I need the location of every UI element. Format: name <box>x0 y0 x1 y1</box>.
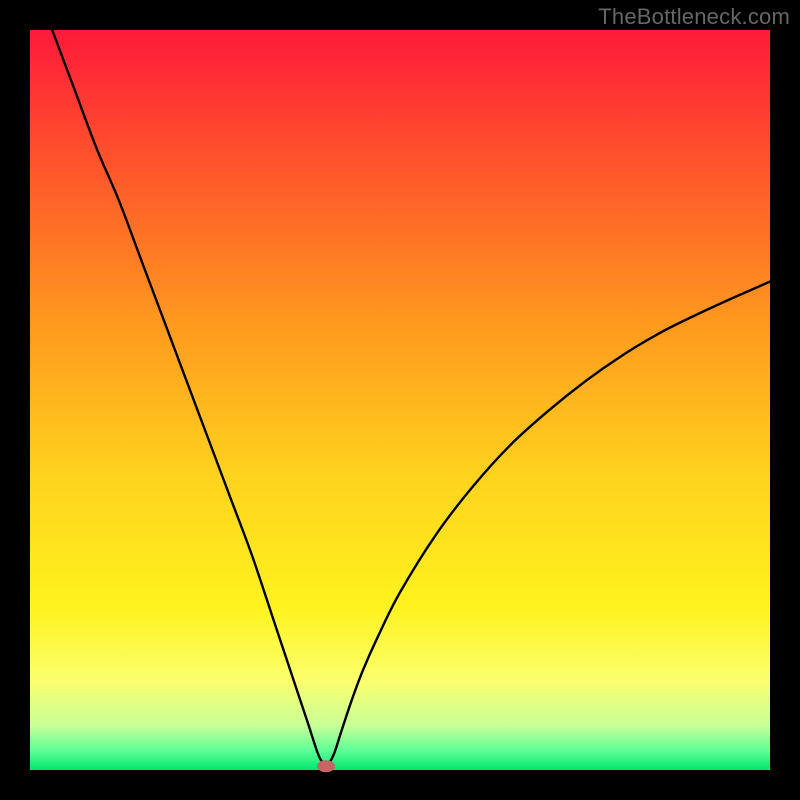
plot-background <box>30 30 770 770</box>
bottleneck-chart <box>0 0 800 800</box>
chart-container: TheBottleneck.com <box>0 0 800 800</box>
optimum-marker <box>317 760 335 772</box>
